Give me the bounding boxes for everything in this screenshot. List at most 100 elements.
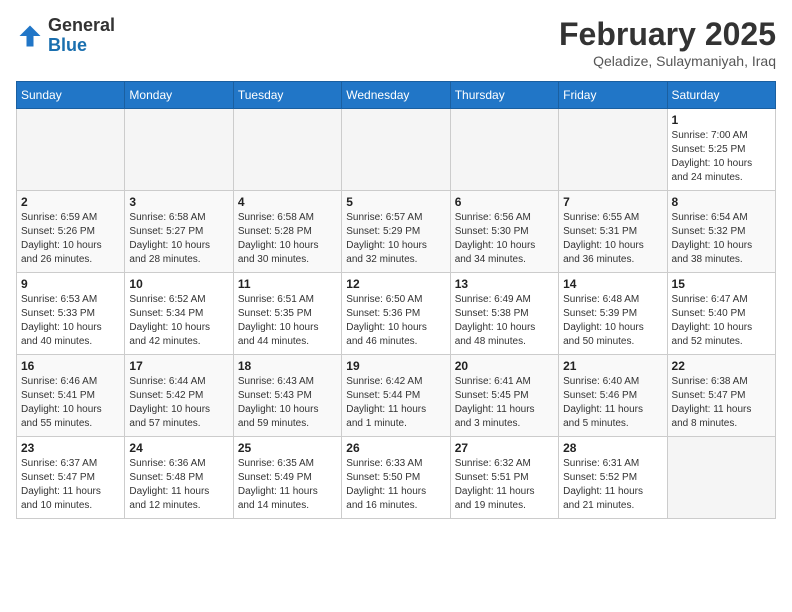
day-number: 5: [346, 195, 445, 209]
calendar-cell: 28 Sunrise: 6:31 AM Sunset: 5:52 PM Dayli…: [559, 437, 667, 519]
calendar-cell: 5 Sunrise: 6:57 AM Sunset: 5:29 PM Daylig…: [342, 191, 450, 273]
calendar-cell: 9Sunrise: 6:53 AM Sunset: 5:33 PM Daylig…: [17, 273, 125, 355]
day-number: 21: [563, 359, 662, 373]
weekday-header: Saturday: [667, 82, 775, 109]
calendar-cell: 16 Sunrise: 6:46 AM Sunset: 5:41 PM Dayli…: [17, 355, 125, 437]
day-info: Sunrise: 6:58 AM Sunset: 5:28 PM Dayligh…: [238, 211, 337, 267]
calendar-cell: 25 Sunrise: 6:35 AM Sunset: 5:49 PM Dayli…: [233, 437, 341, 519]
logo: General Blue: [16, 16, 115, 56]
calendar-cell: 18 Sunrise: 6:43 AM Sunset: 5:43 PM Dayli…: [233, 355, 341, 437]
day-info: Sunrise: 6:44 AM Sunset: 5:42 PM Dayligh…: [129, 375, 228, 431]
calendar-cell: 26 Sunrise: 6:33 AM Sunset: 5:50 PM Dayli…: [342, 437, 450, 519]
weekday-header: Sunday: [17, 82, 125, 109]
day-number: 2: [21, 195, 120, 209]
day-number: 18: [238, 359, 337, 373]
calendar-cell: 24 Sunrise: 6:36 AM Sunset: 5:48 PM Dayli…: [125, 437, 233, 519]
calendar-cell: 7 Sunrise: 6:55 AM Sunset: 5:31 PM Daylig…: [559, 191, 667, 273]
day-info: Sunrise: 6:56 AM Sunset: 5:30 PM Dayligh…: [455, 211, 554, 267]
day-number: 10: [129, 277, 228, 291]
calendar-cell: [233, 109, 341, 191]
calendar-cell: 22Sunrise: 6:38 AM Sunset: 5:47 PM Dayli…: [667, 355, 775, 437]
day-info: Sunrise: 6:47 AM Sunset: 5:40 PM Dayligh…: [672, 293, 771, 349]
day-info: Sunrise: 6:51 AM Sunset: 5:35 PM Dayligh…: [238, 293, 337, 349]
weekday-header: Monday: [125, 82, 233, 109]
day-number: 26: [346, 441, 445, 455]
day-number: 23: [21, 441, 120, 455]
day-info: Sunrise: 7:00 AM Sunset: 5:25 PM Dayligh…: [672, 129, 771, 185]
calendar-cell: 14 Sunrise: 6:48 AM Sunset: 5:39 PM Dayli…: [559, 273, 667, 355]
day-number: 25: [238, 441, 337, 455]
day-number: 12: [346, 277, 445, 291]
day-info: Sunrise: 6:31 AM Sunset: 5:52 PM Dayligh…: [563, 457, 662, 513]
day-info: Sunrise: 6:42 AM Sunset: 5:44 PM Dayligh…: [346, 375, 445, 431]
day-info: Sunrise: 6:58 AM Sunset: 5:27 PM Dayligh…: [129, 211, 228, 267]
day-number: 6: [455, 195, 554, 209]
day-number: 17: [129, 359, 228, 373]
day-info: Sunrise: 6:48 AM Sunset: 5:39 PM Dayligh…: [563, 293, 662, 349]
day-info: Sunrise: 6:37 AM Sunset: 5:47 PM Dayligh…: [21, 457, 120, 513]
day-number: 15: [672, 277, 771, 291]
day-info: Sunrise: 6:35 AM Sunset: 5:49 PM Dayligh…: [238, 457, 337, 513]
calendar-cell: 21 Sunrise: 6:40 AM Sunset: 5:46 PM Dayli…: [559, 355, 667, 437]
day-number: 14: [563, 277, 662, 291]
day-number: 16: [21, 359, 120, 373]
day-info: Sunrise: 6:55 AM Sunset: 5:31 PM Dayligh…: [563, 211, 662, 267]
weekday-header: Wednesday: [342, 82, 450, 109]
calendar-week-row: 1 Sunrise: 7:00 AM Sunset: 5:25 PM Daylig…: [17, 109, 776, 191]
day-number: 19: [346, 359, 445, 373]
calendar-cell: 27 Sunrise: 6:32 AM Sunset: 5:51 PM Dayli…: [450, 437, 558, 519]
calendar-cell: [17, 109, 125, 191]
calendar-cell: 2 Sunrise: 6:59 AM Sunset: 5:26 PM Daylig…: [17, 191, 125, 273]
logo-text: General Blue: [48, 16, 115, 56]
calendar-cell: 10 Sunrise: 6:52 AM Sunset: 5:34 PM Dayli…: [125, 273, 233, 355]
weekday-header: Friday: [559, 82, 667, 109]
day-info: Sunrise: 6:57 AM Sunset: 5:29 PM Dayligh…: [346, 211, 445, 267]
day-number: 1: [672, 113, 771, 127]
day-info: Sunrise: 6:46 AM Sunset: 5:41 PM Dayligh…: [21, 375, 120, 431]
calendar-cell: [559, 109, 667, 191]
calendar-cell: 4Sunrise: 6:58 AM Sunset: 5:28 PM Daylig…: [233, 191, 341, 273]
day-info: Sunrise: 6:32 AM Sunset: 5:51 PM Dayligh…: [455, 457, 554, 513]
day-number: 22: [672, 359, 771, 373]
day-info: Sunrise: 6:59 AM Sunset: 5:26 PM Dayligh…: [21, 211, 120, 267]
day-info: Sunrise: 6:43 AM Sunset: 5:43 PM Dayligh…: [238, 375, 337, 431]
calendar-cell: [342, 109, 450, 191]
day-info: Sunrise: 6:40 AM Sunset: 5:46 PM Dayligh…: [563, 375, 662, 431]
day-info: Sunrise: 6:54 AM Sunset: 5:32 PM Dayligh…: [672, 211, 771, 267]
calendar-cell: 15 Sunrise: 6:47 AM Sunset: 5:40 PM Dayli…: [667, 273, 775, 355]
calendar-cell: 6 Sunrise: 6:56 AM Sunset: 5:30 PM Daylig…: [450, 191, 558, 273]
calendar-cell: 19 Sunrise: 6:42 AM Sunset: 5:44 PM Dayli…: [342, 355, 450, 437]
calendar-cell: [667, 437, 775, 519]
calendar-cell: 23 Sunrise: 6:37 AM Sunset: 5:47 PM Dayli…: [17, 437, 125, 519]
calendar-cell: 11Sunrise: 6:51 AM Sunset: 5:35 PM Dayli…: [233, 273, 341, 355]
calendar-cell: 20Sunrise: 6:41 AM Sunset: 5:45 PM Dayli…: [450, 355, 558, 437]
calendar-cell: [125, 109, 233, 191]
day-info: Sunrise: 6:36 AM Sunset: 5:48 PM Dayligh…: [129, 457, 228, 513]
day-info: Sunrise: 6:33 AM Sunset: 5:50 PM Dayligh…: [346, 457, 445, 513]
day-number: 8: [672, 195, 771, 209]
weekday-header: Tuesday: [233, 82, 341, 109]
day-number: 27: [455, 441, 554, 455]
calendar-table: SundayMondayTuesdayWednesdayThursdayFrid…: [16, 81, 776, 519]
day-number: 28: [563, 441, 662, 455]
logo-icon: [16, 22, 44, 50]
calendar-week-row: 2 Sunrise: 6:59 AM Sunset: 5:26 PM Daylig…: [17, 191, 776, 273]
day-info: Sunrise: 6:53 AM Sunset: 5:33 PM Dayligh…: [21, 293, 120, 349]
day-info: Sunrise: 6:52 AM Sunset: 5:34 PM Dayligh…: [129, 293, 228, 349]
day-number: 13: [455, 277, 554, 291]
calendar-cell: [450, 109, 558, 191]
calendar-week-row: 9Sunrise: 6:53 AM Sunset: 5:33 PM Daylig…: [17, 273, 776, 355]
calendar-cell: 12Sunrise: 6:50 AM Sunset: 5:36 PM Dayli…: [342, 273, 450, 355]
calendar-cell: 3 Sunrise: 6:58 AM Sunset: 5:27 PM Daylig…: [125, 191, 233, 273]
location-subtitle: Qeladize, Sulaymaniyah, Iraq: [559, 53, 776, 69]
day-number: 24: [129, 441, 228, 455]
calendar-cell: 1 Sunrise: 7:00 AM Sunset: 5:25 PM Daylig…: [667, 109, 775, 191]
calendar-week-row: 16 Sunrise: 6:46 AM Sunset: 5:41 PM Dayli…: [17, 355, 776, 437]
calendar-header-row: SundayMondayTuesdayWednesdayThursdayFrid…: [17, 82, 776, 109]
day-info: Sunrise: 6:41 AM Sunset: 5:45 PM Dayligh…: [455, 375, 554, 431]
month-year-title: February 2025: [559, 16, 776, 53]
calendar-week-row: 23 Sunrise: 6:37 AM Sunset: 5:47 PM Dayli…: [17, 437, 776, 519]
day-number: 7: [563, 195, 662, 209]
page-header: General Blue February 2025 Qeladize, Sul…: [16, 16, 776, 69]
day-number: 3: [129, 195, 228, 209]
